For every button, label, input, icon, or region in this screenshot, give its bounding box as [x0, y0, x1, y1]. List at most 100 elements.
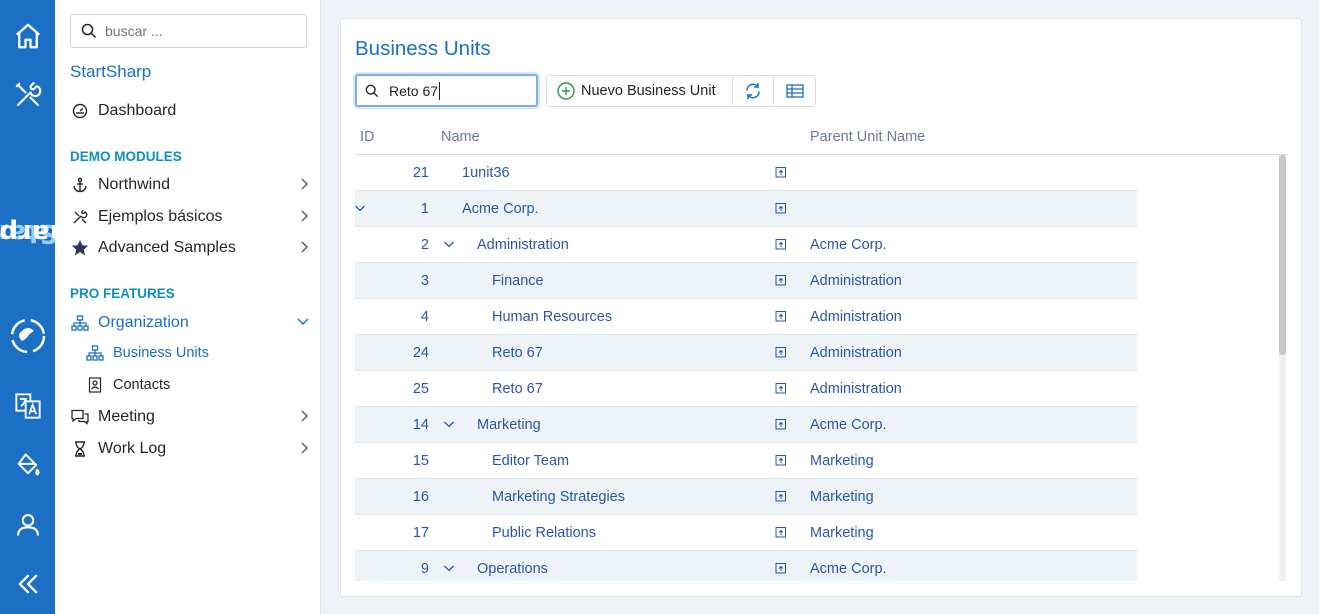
chevron-down-icon[interactable] [443, 418, 455, 430]
section-pro-features: PRO FEATURES [70, 286, 175, 301]
nav-contacts[interactable]: Contacts [85, 372, 265, 398]
cell-id: 21 [412, 165, 429, 181]
nav-meeting[interactable]: Meeting [70, 404, 310, 430]
edit-in-dialog-icon[interactable] [775, 490, 787, 502]
cell-name-link[interactable]: Finance [492, 273, 544, 289]
column-header-parent[interactable]: Parent Unit Name [810, 129, 925, 145]
contact-card-icon [85, 375, 105, 395]
edit-in-dialog-icon[interactable] [775, 418, 787, 430]
cell-name-link[interactable]: Reto 67 [492, 381, 543, 397]
chevron-down-icon[interactable] [443, 562, 455, 574]
tools-icon[interactable] [0, 73, 55, 117]
chevron-right-icon [301, 210, 308, 222]
column-header-id[interactable]: ID [360, 129, 375, 145]
table-row[interactable]: 15 Editor Team Marketing [355, 443, 1137, 479]
refresh-button[interactable] [733, 76, 774, 106]
table-row[interactable]: 21 1unit36 [355, 155, 1137, 191]
cell-parent-link[interactable]: Marketing [810, 453, 874, 469]
text-caret [439, 81, 441, 100]
cell-parent-link[interactable]: Acme Corp. [810, 561, 887, 577]
table-row[interactable]: 3 Finance Administration [355, 263, 1137, 299]
cell-name-link[interactable]: Editor Team [492, 453, 569, 469]
search-icon [81, 23, 97, 39]
cell-name-link[interactable]: Operations [477, 561, 548, 577]
column-header-name[interactable]: Name [441, 129, 480, 145]
column-picker-button[interactable] [774, 76, 815, 106]
user-icon[interactable] [0, 503, 55, 547]
cell-name-link[interactable]: Marketing Strategies [492, 489, 625, 505]
cell-id: 16 [412, 489, 429, 505]
edit-in-dialog-icon[interactable] [775, 274, 787, 286]
cell-parent-link[interactable]: Administration [810, 273, 902, 289]
tools-icon [70, 207, 90, 227]
translate-icon[interactable] [0, 384, 55, 428]
cell-id: 15 [412, 453, 429, 469]
table-row[interactable]: 17 Public Relations Marketing [355, 515, 1137, 551]
edit-in-dialog-icon[interactable] [775, 166, 787, 178]
home-icon[interactable] [0, 14, 55, 58]
nav-advanced-samples[interactable]: Advanced Samples [70, 235, 310, 261]
scrollbar-thumb[interactable] [1279, 155, 1286, 355]
edit-in-dialog-icon[interactable] [775, 202, 787, 214]
grid-body: 21 1unit36 1 Acme Corp. 2 Administration Acme … [355, 155, 1288, 581]
cell-parent-link[interactable]: Marketing [810, 525, 874, 541]
new-business-unit-button[interactable]: Nuevo Business Unit [547, 76, 733, 106]
nav-northwind[interactable]: Northwind [70, 172, 310, 198]
cell-name-link[interactable]: Acme Corp. [462, 201, 539, 217]
table-row[interactable]: 9 Operations Acme Corp. [355, 551, 1137, 581]
table-row[interactable]: 24 Reto 67 Administration [355, 335, 1137, 371]
edit-in-dialog-icon[interactable] [775, 310, 787, 322]
cell-name-link[interactable]: Public Relations [492, 525, 596, 541]
vertical-scrollbar[interactable] [1279, 155, 1286, 581]
cell-parent-link[interactable]: Administration [810, 309, 902, 325]
chevron-down-icon[interactable] [355, 202, 366, 214]
table-row[interactable]: 1 Acme Corp. [355, 191, 1137, 227]
edit-in-dialog-icon[interactable] [775, 526, 787, 538]
sidebar-title[interactable]: StartSharp [70, 62, 151, 82]
edit-in-dialog-icon[interactable] [775, 454, 787, 466]
nav-work-log[interactable]: Work Log [70, 436, 310, 462]
nav-meeting-label: Meeting [98, 408, 155, 425]
quick-search-input[interactable]: Reto 67 [355, 74, 538, 107]
sidebar-search-input[interactable] [105, 23, 295, 39]
nav-organization-label: Organization [98, 314, 189, 331]
table-row[interactable]: 2 Administration Acme Corp. [355, 227, 1137, 263]
sidebar-search[interactable] [70, 14, 307, 48]
cell-parent-link[interactable]: Marketing [810, 489, 874, 505]
chat-bubbles-icon [70, 407, 90, 427]
anchor-icon [70, 175, 90, 195]
cell-parent-link[interactable]: Acme Corp. [810, 237, 887, 253]
cell-parent-link[interactable]: Administration [810, 381, 902, 397]
edit-in-dialog-icon[interactable] [775, 238, 787, 250]
logo-icon [0, 314, 55, 358]
cell-name-link[interactable]: Marketing [477, 417, 541, 433]
nav-organization[interactable]: Organization [70, 310, 310, 336]
edit-in-dialog-icon[interactable] [775, 562, 787, 574]
cell-name-link[interactable]: Human Resources [492, 309, 612, 325]
cell-id: 3 [420, 273, 429, 289]
chevron-down-icon[interactable] [443, 238, 455, 250]
table-row[interactable]: 16 Marketing Strategies Marketing [355, 479, 1137, 515]
cell-id: 14 [412, 417, 429, 433]
chevron-right-icon [301, 178, 308, 190]
nav-advanced-label: Advanced Samples [98, 239, 236, 256]
cell-name-link[interactable]: Administration [477, 237, 569, 253]
nav-ejemplos-basicos[interactable]: Ejemplos básicos [70, 204, 310, 230]
paint-bucket-icon[interactable] [0, 443, 55, 487]
nav-business-units[interactable]: Business Units [85, 340, 265, 366]
cell-name-link[interactable]: 1unit36 [462, 165, 510, 181]
table-row[interactable]: 14 Marketing Acme Corp. [355, 407, 1137, 443]
section-demo-modules: DEMO MODULES [70, 149, 182, 164]
nav-dashboard[interactable]: Dashboard [70, 98, 310, 124]
brand-logo-text: StartSharp [0, 217, 88, 248]
edit-in-dialog-icon[interactable] [775, 346, 787, 358]
edit-in-dialog-icon[interactable] [775, 382, 787, 394]
cell-parent-link[interactable]: Administration [810, 345, 902, 361]
collapse-icon[interactable] [0, 562, 55, 606]
org-chart-icon [85, 343, 105, 363]
cell-id: 24 [412, 345, 429, 361]
table-row[interactable]: 4 Human Resources Administration [355, 299, 1137, 335]
cell-parent-link[interactable]: Acme Corp. [810, 417, 887, 433]
table-row[interactable]: 25 Reto 67 Administration [355, 371, 1137, 407]
cell-name-link[interactable]: Reto 67 [492, 345, 543, 361]
